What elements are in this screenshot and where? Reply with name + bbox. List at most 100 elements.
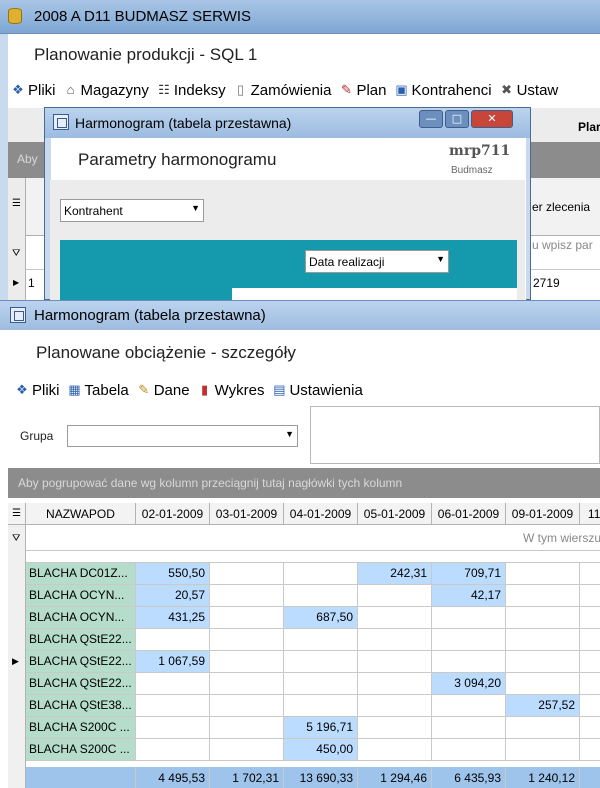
value-cell[interactable]: 42,17 (432, 585, 506, 607)
column-header[interactable]: 02-01-2009 (136, 503, 210, 525)
value-cell[interactable] (506, 673, 580, 695)
value-cell[interactable] (358, 585, 432, 607)
value-cell[interactable] (358, 673, 432, 695)
column-header[interactable]: 03-01-2009 (210, 503, 284, 525)
group-description-box[interactable] (310, 406, 600, 464)
column-header[interactable]: 06-01-2009 (432, 503, 506, 525)
value-cell[interactable] (210, 673, 284, 695)
value-cell[interactable] (506, 717, 580, 739)
value-cell[interactable]: 20,57 (136, 585, 210, 607)
column-header[interactable]: 05-01-2009 (358, 503, 432, 525)
menu-ustaw[interactable]: ✖ Ustaw (499, 78, 558, 102)
value-cell[interactable] (580, 673, 600, 695)
value-cell[interactable] (210, 717, 284, 739)
row-name-cell[interactable]: BLACHA OCYN... (26, 585, 136, 607)
value-cell[interactable] (358, 739, 432, 761)
value-cell[interactable] (580, 629, 600, 651)
value-cell[interactable] (210, 629, 284, 651)
value-cell[interactable]: 242,31 (358, 563, 432, 585)
value-cell[interactable] (580, 585, 600, 607)
value-cell[interactable]: 550,50 (136, 563, 210, 585)
value-cell[interactable] (432, 629, 506, 651)
value-cell[interactable] (506, 585, 580, 607)
contractor-select[interactable]: Kontrahent ▼ (60, 199, 204, 222)
value-cell[interactable] (358, 695, 432, 717)
value-cell[interactable] (580, 563, 600, 585)
menu-kontrahenci[interactable]: ▣ Kontrahenci (394, 78, 491, 102)
value-cell[interactable] (358, 717, 432, 739)
value-cell[interactable] (506, 739, 580, 761)
menu-tabela[interactable]: ▦ Tabela (67, 379, 128, 401)
row-name-cell[interactable]: BLACHA QStE22... (26, 673, 136, 695)
value-cell[interactable] (210, 607, 284, 629)
parameters-dialog-titlebar[interactable]: Harmonogram (tabela przestawna) — □ ✕ (45, 108, 530, 138)
value-cell[interactable] (136, 673, 210, 695)
value-cell[interactable] (580, 739, 600, 761)
value-cell[interactable] (506, 629, 580, 651)
row-name-cell[interactable]: BLACHA DC01Z... (26, 563, 136, 585)
menu-pliki[interactable]: ❖ Pliki (10, 78, 55, 102)
minimize-button[interactable]: — (419, 110, 443, 128)
value-cell[interactable] (136, 739, 210, 761)
value-cell[interactable] (506, 651, 580, 673)
column-chooser-icon[interactable]: ☰ (8, 503, 26, 525)
value-cell[interactable]: 709,71 (432, 563, 506, 585)
pivot-grid[interactable]: ☰ W tym wierszu w ⛛ NAZWAPOD02-01-200903… (8, 503, 600, 788)
filter-row[interactable]: W tym wierszu w (26, 525, 600, 551)
value-cell[interactable] (432, 739, 506, 761)
row-name-cell[interactable]: BLACHA QStE22... (26, 651, 136, 673)
column-header[interactable]: 04-01-2009 (284, 503, 358, 525)
value-cell[interactable] (136, 695, 210, 717)
value-cell[interactable] (284, 563, 358, 585)
value-cell[interactable] (136, 629, 210, 651)
value-cell[interactable] (432, 651, 506, 673)
value-cell[interactable]: 3 094,20 (432, 673, 506, 695)
value-cell[interactable] (136, 717, 210, 739)
group-by-bar[interactable]: Aby pogrupować dane wg kolumn przeciągni… (8, 468, 600, 498)
value-cell[interactable] (284, 629, 358, 651)
value-cell[interactable]: 1 067,59 (136, 651, 210, 673)
maximize-button[interactable]: □ (445, 110, 469, 128)
group-select[interactable]: ▼ (67, 425, 298, 447)
row-name-cell[interactable]: BLACHA QStE22... (26, 629, 136, 651)
row-name-cell[interactable]: BLACHA QStE38... (26, 695, 136, 717)
value-cell[interactable] (210, 695, 284, 717)
value-cell[interactable] (284, 695, 358, 717)
column-header[interactable]: NAZWAPOD (26, 503, 136, 525)
row-name-cell[interactable]: BLACHA OCYN... (26, 607, 136, 629)
value-cell[interactable] (284, 673, 358, 695)
value-cell[interactable] (210, 739, 284, 761)
value-cell[interactable]: 450,00 (284, 739, 358, 761)
main-titlebar[interactable]: 2008 A D11 BUDMASZ SERWIS (0, 0, 600, 34)
value-cell[interactable] (210, 563, 284, 585)
menu-pliki[interactable]: ❖ Pliki (14, 379, 59, 401)
column-header[interactable]: 09-01-2009 (506, 503, 580, 525)
value-cell[interactable] (358, 629, 432, 651)
value-cell[interactable] (432, 717, 506, 739)
value-cell[interactable] (284, 651, 358, 673)
date-field-select[interactable]: Data realizacji ▼ (305, 250, 449, 273)
menu-indeksy[interactable]: ☷ Indeksy (156, 78, 226, 102)
column-header[interactable]: 11-0 (580, 503, 600, 525)
value-cell[interactable] (358, 607, 432, 629)
menu-dane[interactable]: ✎ Dane (136, 379, 189, 401)
value-cell[interactable] (358, 651, 432, 673)
value-cell[interactable] (210, 651, 284, 673)
value-cell[interactable] (580, 695, 600, 717)
value-cell[interactable] (580, 607, 600, 629)
menu-plan[interactable]: ✎ Plan (338, 78, 386, 102)
front-window-titlebar[interactable]: Harmonogram (tabela przestawna) (0, 300, 600, 330)
value-cell[interactable] (506, 563, 580, 585)
value-cell[interactable] (580, 717, 600, 739)
menu-magazyny[interactable]: ⌂ Magazyny (63, 78, 149, 102)
column-chooser-icon[interactable]: ☰ (12, 198, 21, 209)
value-cell[interactable] (210, 585, 284, 607)
value-cell[interactable] (284, 585, 358, 607)
main-column-header-order-number[interactable]: er zlecenia (532, 200, 590, 214)
value-cell[interactable] (432, 695, 506, 717)
value-cell[interactable]: 5 196,71 (284, 717, 358, 739)
menu-zamowienia[interactable]: ▯ Zamówienia (233, 78, 331, 102)
value-cell[interactable]: 431,25 (136, 607, 210, 629)
menu-wykres[interactable]: ▮ Wykres (197, 379, 264, 401)
menu-ustawienia[interactable]: ▤ Ustawienia (271, 379, 363, 401)
